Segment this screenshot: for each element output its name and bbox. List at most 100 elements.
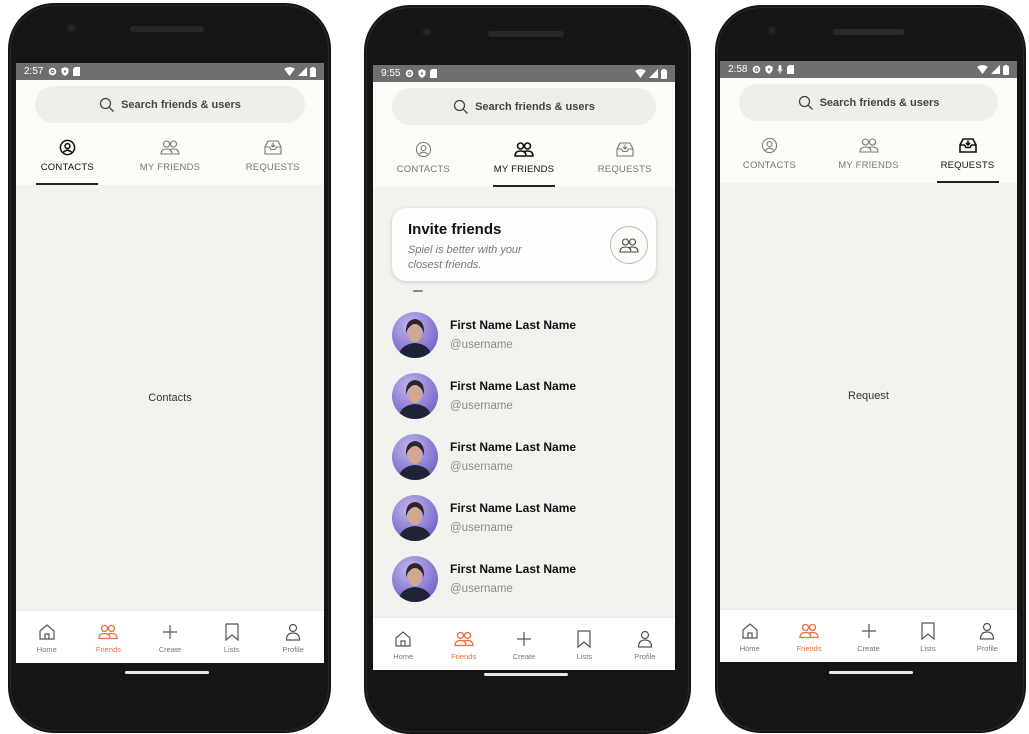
front-camera	[422, 27, 432, 37]
nav-profile[interactable]: Profile	[615, 618, 675, 670]
friend-list-item[interactable]: First Name Last Name @username	[392, 312, 665, 362]
nav-label: Create	[512, 651, 536, 661]
tab-my-friends[interactable]: MY FRIENDS	[474, 138, 575, 187]
home-icon	[395, 630, 411, 647]
shield-status-icon	[61, 67, 70, 76]
friends-icon	[98, 624, 119, 639]
status-time: 2:57	[24, 66, 44, 77]
friend-list-item[interactable]: First Name Last Name @username	[392, 495, 665, 545]
nav-create[interactable]: Create	[839, 610, 898, 662]
nav-label: Friends	[796, 643, 822, 653]
scroll-peek-divider	[413, 290, 423, 292]
search-bar[interactable]: Search friends & users	[35, 86, 305, 123]
avatar	[392, 495, 438, 541]
friends-icon	[514, 141, 534, 157]
nav-home[interactable]: Home	[720, 610, 779, 662]
search-icon	[798, 95, 813, 110]
inbox-icon	[264, 139, 282, 155]
nav-profile[interactable]: Profile	[262, 611, 324, 663]
nav-create[interactable]: Create	[139, 611, 201, 663]
invite-friends-card[interactable]: Invite friends Spiel is better with your…	[392, 208, 656, 281]
tab-requests[interactable]: REQUESTS	[574, 138, 675, 187]
nav-lists[interactable]: Lists	[554, 618, 614, 670]
profile-icon	[286, 623, 301, 641]
invite-subtitle: Spiel is better with your closest friend…	[408, 244, 522, 271]
tab-label: CONTACTS	[40, 162, 94, 173]
nav-friends[interactable]: Friends	[78, 611, 140, 663]
friends-icon	[858, 137, 879, 153]
battery-icon	[310, 66, 316, 77]
tab-label: REQUESTS	[940, 160, 995, 171]
friend-username: @username	[450, 583, 513, 595]
microphone-status-icon	[777, 65, 784, 74]
nav-friends[interactable]: Friends	[433, 618, 493, 670]
status-bar: 9:55	[373, 65, 675, 82]
friends-icon	[160, 139, 180, 155]
avatar	[392, 373, 438, 419]
invite-friends-button[interactable]	[610, 226, 648, 264]
friend-name: First Name Last Name	[450, 501, 577, 515]
friend-name: First Name Last Name	[450, 318, 577, 332]
friend-name: First Name Last Name	[450, 562, 577, 576]
tab-label: CONTACTS	[396, 164, 450, 175]
nav-profile[interactable]: Profile	[958, 610, 1017, 662]
profile-icon	[637, 630, 652, 648]
friend-username: @username	[450, 522, 513, 534]
nav-create[interactable]: Create	[494, 618, 554, 670]
tab-label: REQUESTS	[597, 164, 652, 175]
front-camera	[767, 25, 777, 35]
tab-requests[interactable]: REQUESTS	[221, 136, 324, 185]
tab-requests[interactable]: REQUESTS	[918, 134, 1017, 183]
user-circle-icon	[415, 141, 431, 157]
sd-card-status-icon	[73, 67, 81, 76]
friends-header: Search friends & users CONTACTS MY FRIEN…	[720, 78, 1017, 183]
battery-icon	[1003, 64, 1009, 75]
status-bar: 2:57	[16, 63, 324, 80]
status-time: 9:55	[381, 68, 401, 79]
tab-contacts[interactable]: CONTACTS	[16, 136, 119, 185]
phone-frame-contacts: 2:57 Search friends & users CONTACTS MY …	[8, 3, 331, 733]
friends-icon	[453, 631, 474, 646]
nav-home[interactable]: Home	[373, 618, 433, 670]
sd-card-status-icon	[430, 69, 438, 78]
friend-list-item[interactable]: First Name Last Name @username	[392, 434, 665, 484]
screen-contacts: 2:57 Search friends & users CONTACTS MY …	[16, 63, 324, 663]
tab-my-friends[interactable]: MY FRIENDS	[119, 136, 222, 185]
nav-friends[interactable]: Friends	[779, 610, 838, 662]
home-indicator[interactable]	[484, 673, 568, 676]
friend-username: @username	[450, 339, 513, 351]
search-placeholder: Search friends & users	[475, 100, 595, 113]
earpiece-speaker	[488, 31, 564, 37]
screen-requests: 2:58 Search friends & users CONTACTS MY …	[720, 61, 1017, 662]
screen-my-friends: 9:55 Search friends & users CONTACTS MY …	[373, 65, 675, 670]
nav-home[interactable]: Home	[16, 611, 78, 663]
signal-icon	[649, 69, 658, 78]
friend-name: First Name Last Name	[450, 440, 577, 454]
friend-list-item[interactable]: First Name Last Name @username	[392, 373, 665, 423]
nav-lists[interactable]: Lists	[898, 610, 957, 662]
home-indicator[interactable]	[829, 671, 913, 674]
nav-label: Create	[857, 643, 880, 653]
avatar	[392, 312, 438, 358]
tab-label: CONTACTS	[742, 160, 797, 171]
tab-contacts[interactable]: CONTACTS	[373, 138, 474, 187]
nav-lists[interactable]: Lists	[201, 611, 263, 663]
tab-my-friends[interactable]: MY FRIENDS	[819, 134, 918, 183]
search-bar[interactable]: Search friends & users	[739, 84, 998, 121]
wifi-icon	[635, 69, 646, 78]
settings-status-icon	[406, 69, 414, 78]
tab-contacts[interactable]: CONTACTS	[720, 134, 819, 183]
friend-list-item[interactable]: First Name Last Name @username	[392, 556, 665, 606]
nav-label: Profile	[282, 644, 304, 654]
friends-header: Search friends & users CONTACTS MY FRIEN…	[16, 80, 324, 185]
search-bar[interactable]: Search friends & users	[392, 88, 656, 125]
avatar	[392, 556, 438, 602]
nav-label: Profile	[976, 643, 998, 653]
home-indicator[interactable]	[125, 671, 209, 674]
my-friends-content: Invite friends Spiel is better with your…	[373, 187, 675, 617]
contacts-placeholder-text: Contacts	[148, 391, 192, 404]
tab-label: REQUESTS	[245, 162, 300, 173]
contacts-content: Contacts	[16, 185, 324, 610]
status-time: 2:58	[728, 64, 748, 75]
sd-card-status-icon	[787, 65, 795, 74]
